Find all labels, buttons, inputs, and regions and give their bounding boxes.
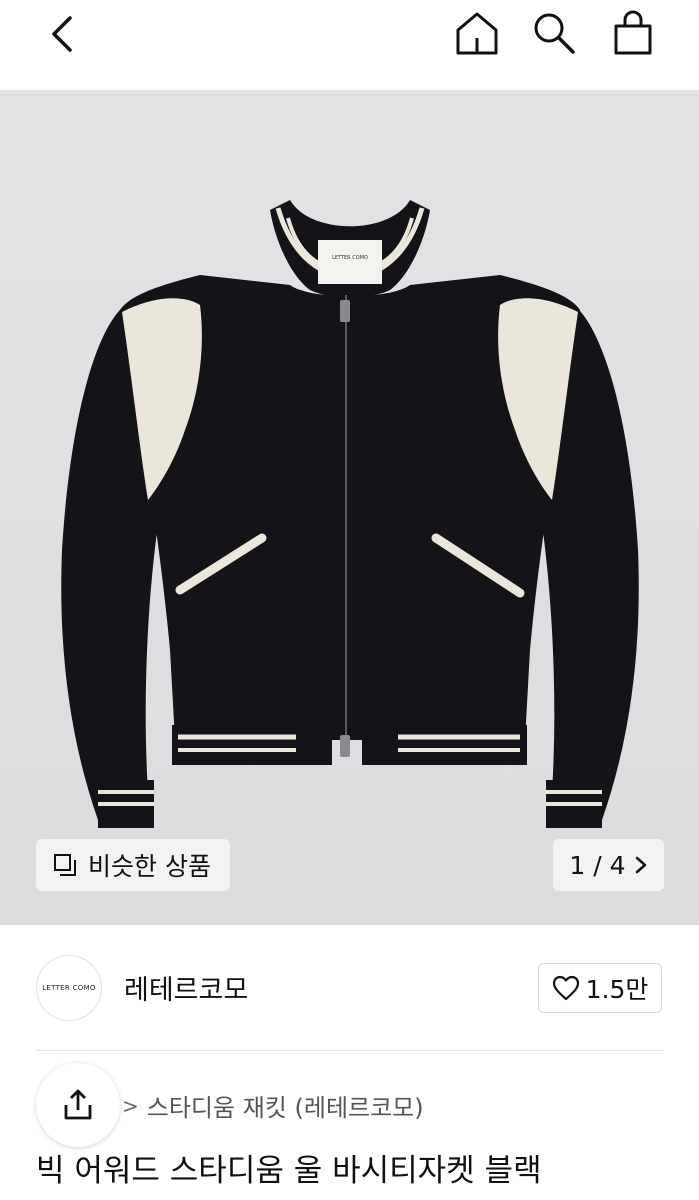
jacket-tag-text: LETTER COMO — [332, 255, 368, 261]
pager-text: 1 / 4 — [569, 850, 626, 880]
image-pager[interactable]: 1 / 4 — [553, 839, 664, 891]
product-image-gallery[interactable]: LETTER COMO — [0, 90, 699, 925]
similar-items-icon — [54, 854, 76, 876]
like-button[interactable]: 1.5만 — [538, 963, 662, 1013]
section-divider — [36, 1050, 663, 1051]
similar-products-label: 비슷한 상품 — [88, 852, 211, 881]
search-icon[interactable] — [528, 8, 578, 58]
heart-icon — [552, 975, 579, 1001]
brand-logo[interactable]: LETTER COMO — [36, 955, 102, 1021]
like-count: 1.5만 — [585, 975, 649, 1004]
category-label: 스타디움 재킷 (레테르코모) — [146, 1094, 424, 1122]
similar-products-button[interactable]: 비슷한 상품 — [36, 839, 230, 891]
category-breadcrumb[interactable]: > 스타디움 재킷 (레테르코모) — [122, 1088, 424, 1123]
chevron-right-icon — [635, 856, 646, 874]
brand-name[interactable]: 레테르코모 — [124, 968, 248, 1007]
back-icon[interactable] — [44, 12, 80, 56]
bag-icon[interactable] — [608, 8, 658, 58]
top-navigation-bar — [0, 0, 699, 90]
chevron-right-icon: > — [122, 1093, 139, 1118]
brand-logo-text: LETTER COMO — [42, 984, 96, 992]
product-image-jacket: LETTER COMO — [61, 200, 639, 828]
home-icon[interactable] — [452, 8, 502, 58]
product-title: 빅 어워드 스타디움 울 바시티자켓 블랙 — [36, 1153, 542, 1189]
share-icon — [64, 1089, 92, 1120]
share-button[interactable] — [36, 1063, 120, 1147]
